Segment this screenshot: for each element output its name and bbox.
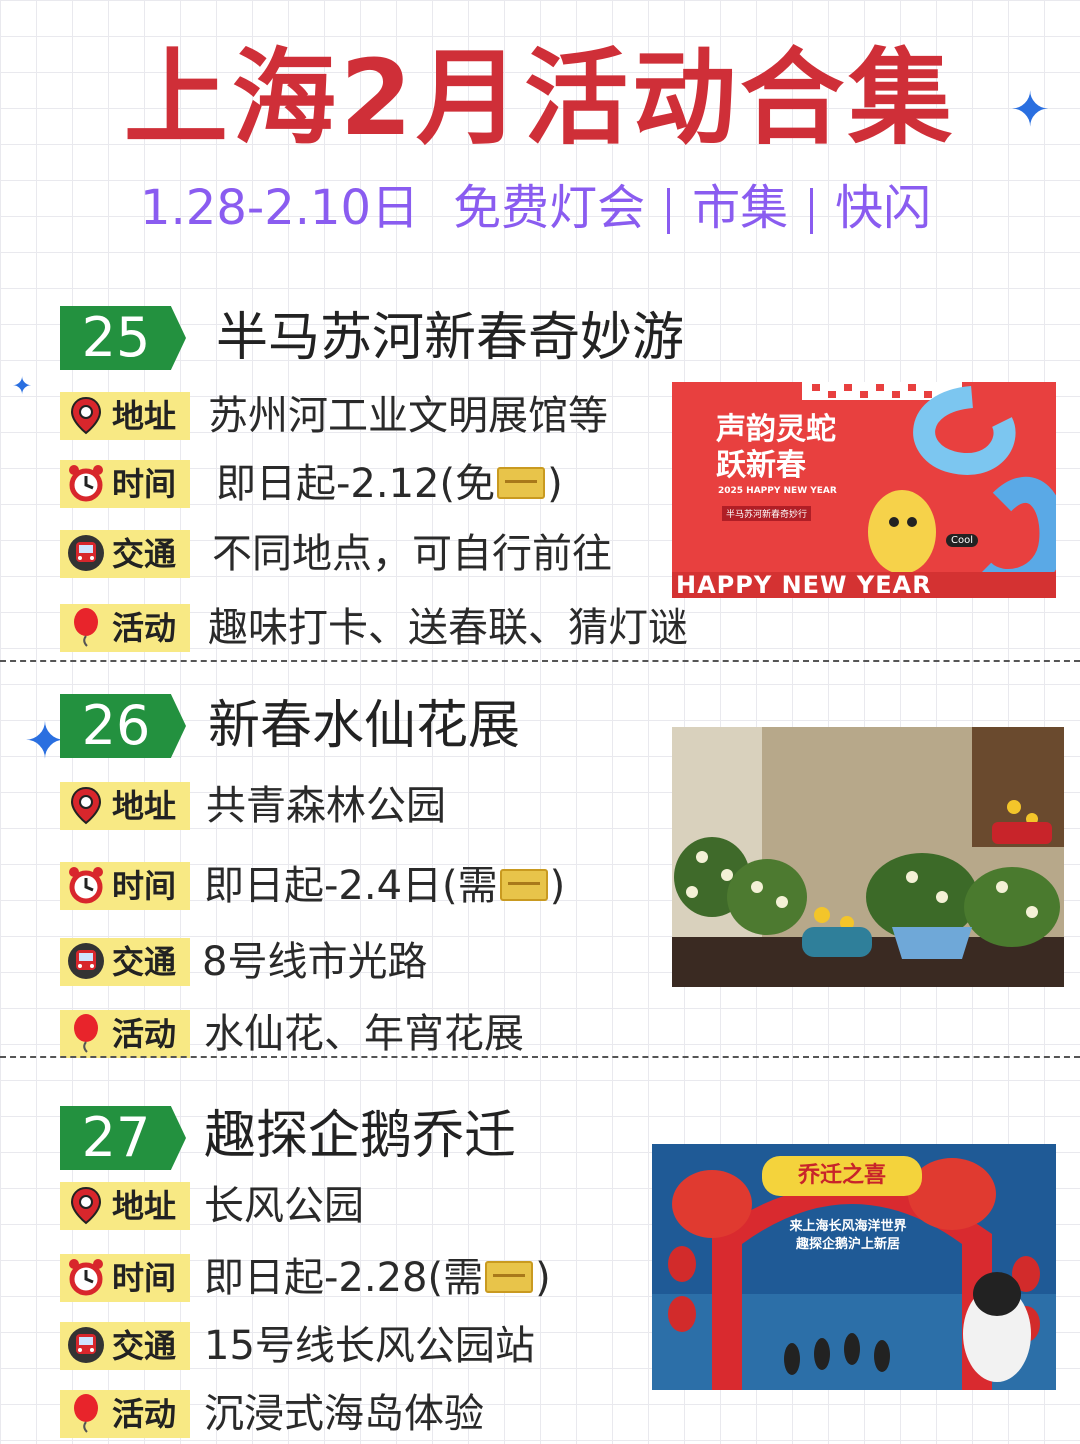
section-divider (0, 1056, 1080, 1058)
poster-subline: 2025 HAPPY NEW YEAR (718, 486, 837, 496)
subtitle-tag: 市集 (692, 180, 789, 236)
subtitle-tag: 快闪 (835, 180, 932, 236)
transport-label: 交通 (60, 530, 190, 578)
poster-arch-title: 乔迁之喜 (797, 1163, 886, 1188)
section-divider (0, 660, 1080, 662)
metro-train-icon (68, 943, 104, 979)
subtitle-separator (810, 188, 814, 234)
event-number-tag: 27 (60, 1106, 186, 1170)
metro-train-icon (68, 535, 104, 571)
event-number-tag: 26 (60, 694, 186, 758)
activity-label: 活动 (60, 1010, 190, 1058)
address-label-text: 地址 (112, 1187, 177, 1225)
address-label-text: 地址 (112, 787, 177, 825)
sparkle-icon: ✦ (12, 372, 33, 400)
poster-subline: 半马苏河新春奇妙行 (722, 506, 812, 521)
poster-headline: 声韵灵蛇 跃新春 (716, 412, 836, 484)
alarm-clock-icon (69, 867, 103, 904)
map-pin-icon (70, 1186, 102, 1225)
activity-label: 活动 (60, 1390, 190, 1438)
time-label: 时间 (60, 460, 190, 508)
time-label: 时间 (60, 862, 190, 910)
activity-label: 活动 (60, 604, 190, 652)
activity-label-text: 活动 (112, 1015, 177, 1053)
address-label-text: 地址 (112, 397, 177, 435)
transport-label-text: 交通 (112, 1327, 177, 1365)
event-transport: 15号线长风公园站 (204, 1323, 535, 1369)
subtitle-date: 1.28-2.10日 (140, 180, 420, 236)
event-title: 新春水仙花展 (208, 696, 521, 756)
poster-headline-line: 跃新春 (716, 448, 806, 483)
page-title: 上海2月活动合集 (123, 37, 957, 159)
event-transport: 不同地点，可自行前往 (212, 531, 612, 577)
event-time-text: 即日起-2.28(需 (204, 1255, 484, 1301)
event-time: 即日起-2.28(需) (204, 1248, 551, 1308)
map-pin-icon (70, 786, 102, 825)
address-label: 地址 (60, 1182, 190, 1230)
event-poster-image: 声韵灵蛇 跃新春 2025 HAPPY NEW YEAR 半马苏河新春奇妙行 C… (672, 382, 1056, 598)
event-title: 半马苏河新春奇妙游 (216, 308, 685, 368)
transport-label: 交通 (60, 938, 190, 986)
event-time-suffix: ) (535, 1255, 551, 1301)
event-time-text: 即日起-2.4日(需 (204, 863, 498, 909)
metro-train-icon (68, 1327, 104, 1363)
event-address: 苏州河工业文明展馆等 (208, 393, 608, 439)
page-subtitle: 1.28-2.10日 免费灯会 市集 快闪 (140, 178, 931, 238)
subtitle-separator (667, 188, 671, 234)
map-pin-icon (70, 396, 102, 435)
alarm-clock-icon (69, 1259, 103, 1296)
sparkle-icon: ✦ (1010, 82, 1051, 138)
event-time: 即日起-2.4日(需) (204, 856, 565, 916)
time-label-text: 时间 (112, 867, 177, 905)
address-label: 地址 (60, 782, 190, 830)
event-activity: 沉浸式海岛体验 (204, 1391, 484, 1437)
event-time: 即日起-2.12(免) (216, 454, 563, 514)
event-time-suffix: ) (547, 461, 563, 507)
poster-badge: Cool (946, 534, 978, 547)
activity-label-text: 活动 (112, 609, 177, 647)
time-label: 时间 (60, 1254, 190, 1302)
ticket-icon (485, 1261, 534, 1293)
transport-label-text: 交通 (112, 943, 177, 981)
time-label-text: 时间 (112, 465, 177, 503)
ticket-icon (499, 869, 548, 901)
alarm-clock-icon (69, 465, 103, 502)
event-transport: 8号线市光路 (202, 939, 428, 985)
ticket-icon (497, 467, 546, 499)
transport-label: 交通 (60, 1322, 190, 1370)
event-poster-image: 乔迁之喜 来上海长风海洋世界 趣探企鹅沪上新居 (652, 1144, 1056, 1390)
event-number-tag: 25 (60, 306, 186, 370)
event-activity: 水仙花、年宵花展 (204, 1011, 524, 1057)
balloon-icon (74, 1394, 98, 1433)
photo-art (672, 727, 1064, 987)
poster-text-line: 趣探企鹅沪上新居 (795, 1237, 900, 1252)
event-address: 长风公园 (204, 1183, 364, 1229)
sparkle-icon: ✦ (24, 712, 66, 770)
time-label-text: 时间 (112, 1259, 177, 1297)
event-time-text: 即日起-2.12(免 (216, 461, 496, 507)
event-title: 趣探企鹅乔迁 (204, 1106, 517, 1166)
address-label: 地址 (60, 392, 190, 440)
activity-label-text: 活动 (112, 1395, 177, 1433)
event-photo-image (672, 727, 1064, 987)
poster-headline-line: 声韵灵蛇 (716, 412, 836, 447)
event-address: 共青森林公园 (206, 783, 446, 829)
balloon-icon (74, 608, 98, 647)
poster-text-line: 来上海长风海洋世界 (789, 1219, 907, 1234)
poster-text: 来上海长风海洋世界 趣探企鹅沪上新居 (748, 1218, 948, 1254)
transport-label-text: 交通 (112, 535, 177, 573)
event-activity: 趣味打卡、送春联、猜灯谜 (208, 605, 688, 651)
event-time-suffix: ) (549, 863, 566, 909)
balloon-icon (74, 1014, 98, 1053)
poster-banner: HAPPY NEW YEAR (676, 571, 932, 598)
subtitle-tag: 免费灯会 (453, 180, 646, 236)
